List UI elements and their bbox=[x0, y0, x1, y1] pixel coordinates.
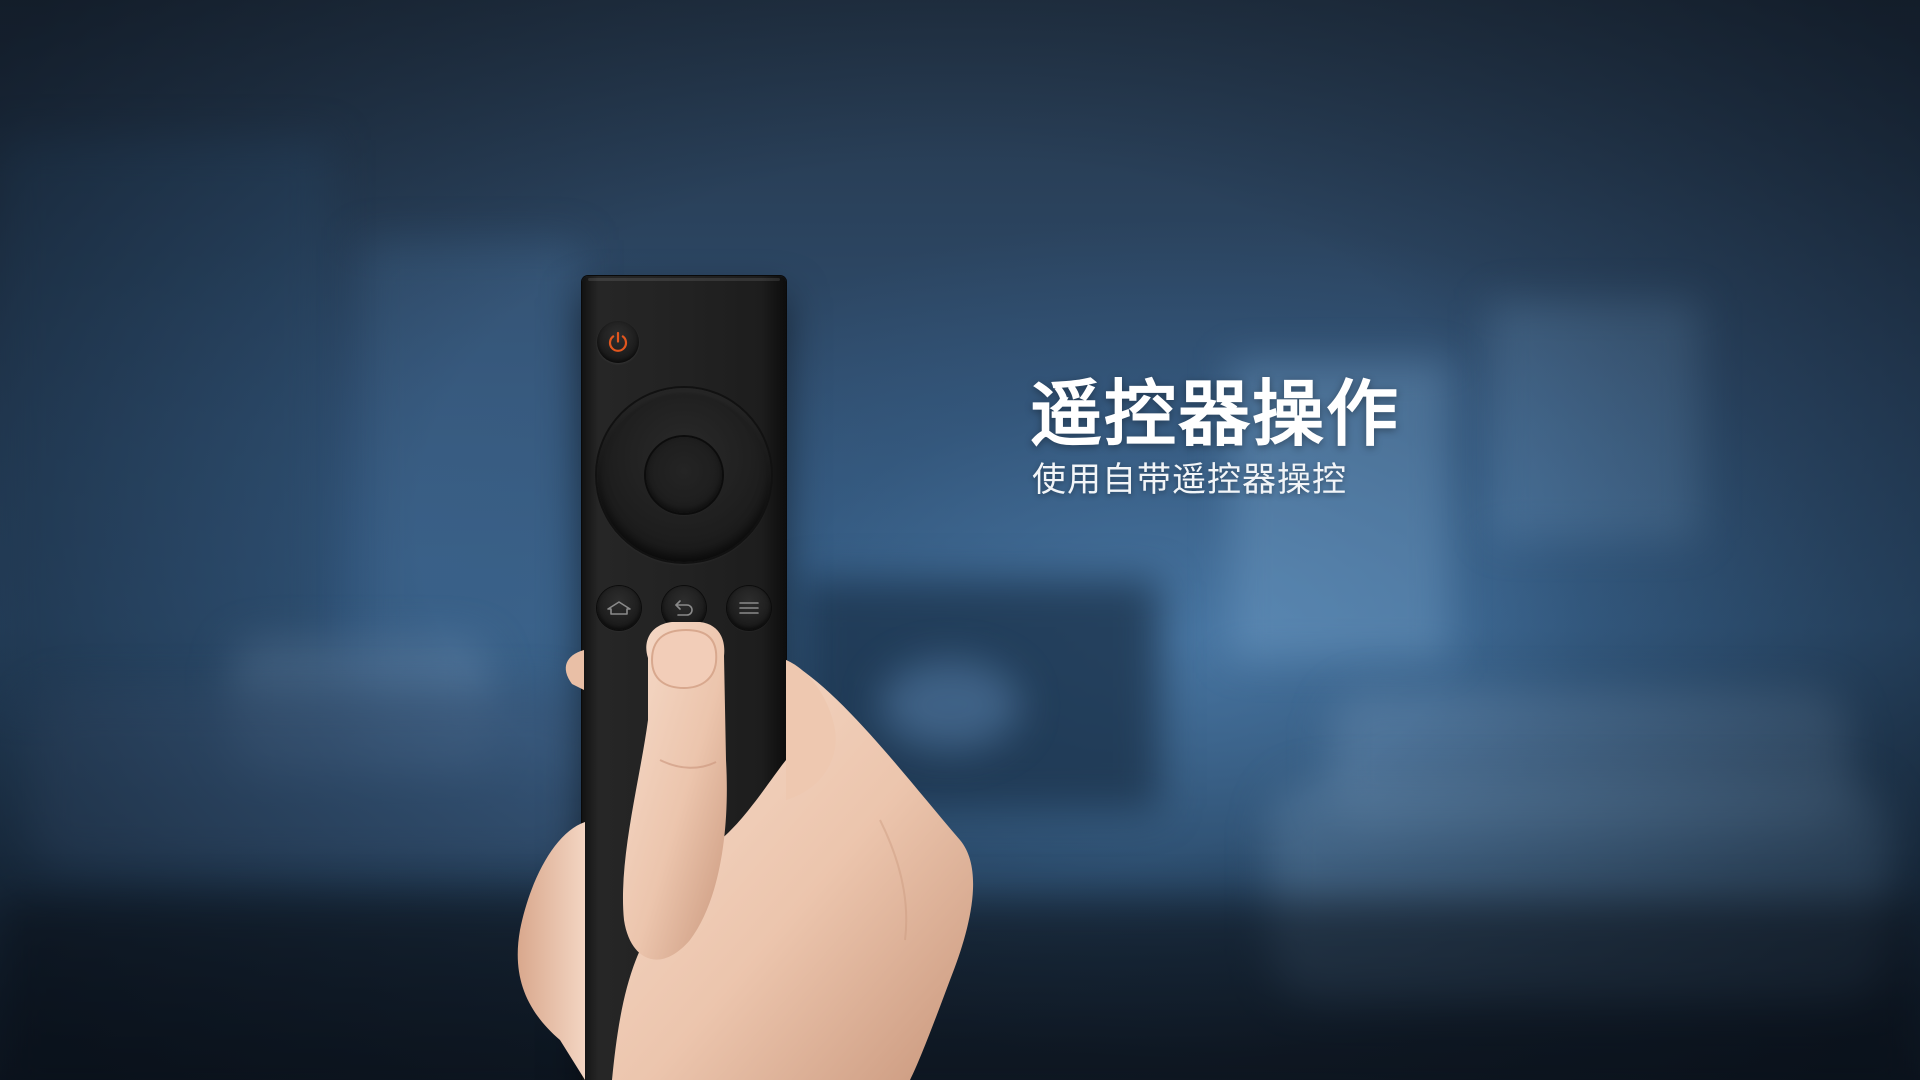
background-wall bbox=[0, 140, 330, 700]
background-floor bbox=[0, 900, 1920, 1080]
home-icon bbox=[607, 601, 631, 615]
headline-title: 遥控器操作 bbox=[1030, 372, 1401, 456]
ok-button[interactable] bbox=[646, 437, 722, 513]
back-button[interactable] bbox=[662, 586, 706, 630]
menu-icon bbox=[739, 602, 759, 614]
background-tv-glow bbox=[880, 660, 1020, 750]
back-icon bbox=[675, 600, 693, 616]
power-button[interactable] bbox=[597, 321, 639, 363]
remote-intro-screen: 遥控器操作 使用自带遥控器操控 bbox=[0, 0, 1920, 1080]
power-icon bbox=[608, 331, 628, 352]
dpad-ring[interactable] bbox=[597, 388, 771, 562]
menu-button[interactable] bbox=[727, 586, 771, 630]
background-sofa-left bbox=[30, 690, 590, 870]
remote-control bbox=[582, 276, 786, 1080]
background-picture-frame bbox=[1490, 300, 1700, 540]
home-button[interactable] bbox=[597, 586, 641, 630]
headline-subtitle: 使用自带遥控器操控 bbox=[1032, 460, 1347, 500]
